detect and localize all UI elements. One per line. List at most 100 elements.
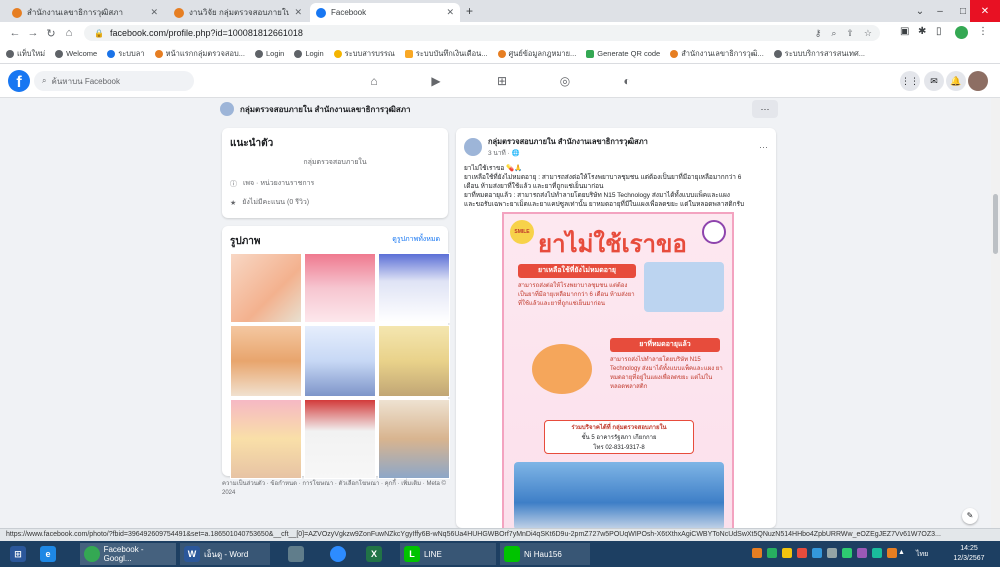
senate-favicon-icon xyxy=(12,7,22,18)
compose-icon[interactable]: ✎ xyxy=(962,508,978,524)
photo-thumb[interactable] xyxy=(378,253,450,323)
account-avatar[interactable] xyxy=(968,71,988,91)
tab-label: งานวิจัย กลุ่มตรวจสอบภายใน 2567 xyxy=(189,8,290,17)
footer-links[interactable]: ความเป็นส่วนตัว · ข้อกำหนด · การโฆษณา · … xyxy=(222,480,448,498)
page-scrollbar[interactable] xyxy=(991,98,1000,528)
facebook-logo-icon[interactable]: f xyxy=(8,70,30,92)
taskbar-label: Ni Hau156 xyxy=(524,549,562,559)
photo-thumb[interactable] xyxy=(378,325,450,397)
tray-icon[interactable] xyxy=(782,548,792,558)
post-more-button[interactable]: ··· xyxy=(759,142,768,152)
bookmark-label: ระบบบันทึกเงินเดือน... xyxy=(415,48,488,58)
user-taskbar-button[interactable]: Ni Hau156 xyxy=(500,543,590,565)
tray-icon[interactable] xyxy=(842,548,852,558)
tray-icon[interactable] xyxy=(857,548,867,558)
reload-icon[interactable]: ↻ xyxy=(42,27,60,40)
profile-avatar[interactable] xyxy=(955,26,968,39)
post-author-avatar[interactable] xyxy=(464,138,482,156)
puzzle-icon[interactable]: ✱ xyxy=(918,26,926,37)
bookmark-item[interactable]: Login xyxy=(294,49,324,58)
notifications-icon[interactable]: 🔔 xyxy=(946,71,966,91)
video-nav-icon[interactable]: ▶ xyxy=(427,72,445,90)
new-tab-button[interactable]: + xyxy=(466,4,473,18)
messenger-icon[interactable]: ✉ xyxy=(924,71,944,91)
photo-thumb[interactable] xyxy=(230,325,302,397)
back-icon[interactable]: ← xyxy=(6,27,24,39)
globe-icon xyxy=(294,49,303,58)
forward-icon[interactable]: → xyxy=(24,27,42,39)
ie-taskbar-button[interactable]: e xyxy=(36,543,60,565)
clock[interactable]: 14:25 12/3/2567 xyxy=(945,544,993,564)
tray-icon[interactable] xyxy=(887,548,897,558)
tray-icon[interactable] xyxy=(812,548,822,558)
marketplace-nav-icon[interactable]: ⊞ xyxy=(493,72,511,90)
bookmark-item[interactable]: ระบบบันทึกเงินเดือน... xyxy=(404,48,488,60)
app-taskbar-button[interactable] xyxy=(284,543,308,565)
tray-icon[interactable] xyxy=(797,548,807,558)
menu-kebab-icon[interactable]: ⋮ xyxy=(978,26,988,37)
post-poster-image[interactable]: SMILE ยาไม่ใช้เราขอ ยาเหลือใช้ที่ยังไม่ห… xyxy=(502,212,734,528)
poster-section-text: สามารถส่งต่อให้โรงพยาบาลชุมชน แต่ต้องเป็… xyxy=(518,283,635,307)
share-icon[interactable]: ⇪ xyxy=(846,28,854,39)
bookmark-item[interactable]: Login xyxy=(254,49,284,58)
tab-facebook[interactable]: Facebook ✕ xyxy=(310,3,460,22)
tray-icon[interactable] xyxy=(872,548,882,558)
bookmark-item[interactable]: ระบบบริการสารสนเทศ... xyxy=(773,48,865,60)
photo-thumb[interactable] xyxy=(304,253,376,323)
photo-thumb[interactable] xyxy=(230,399,302,479)
photo-thumb[interactable] xyxy=(230,253,302,323)
taskbar-label: เอ็นดู - Word xyxy=(204,549,249,559)
gaming-nav-icon[interactable]: ◐ xyxy=(618,72,636,90)
rating-text: ยังไม่มีคะแนน (0 รีวิว) xyxy=(242,199,310,206)
scrollbar-thumb[interactable] xyxy=(993,194,998,254)
search-input[interactable]: ⌕ ค้นหาบน Facebook xyxy=(34,71,194,91)
language-indicator[interactable]: ไทย xyxy=(916,549,928,560)
tab-research[interactable]: งานวิจัย กลุ่มตรวจสอบภายใน 2567 ✕ xyxy=(168,3,308,22)
excel-taskbar-button[interactable]: X xyxy=(362,543,386,565)
bookmark-item[interactable]: หน้าแรกกลุ่มตรวจสอบ... xyxy=(154,48,245,60)
page-avatar[interactable] xyxy=(220,102,234,116)
chrome-taskbar-button[interactable]: Facebook - Googl... xyxy=(80,543,176,565)
lock-icon: 🔒 xyxy=(94,28,104,38)
see-all-photos-link[interactable]: ดูรูปภาพทั้งหมด xyxy=(392,234,440,249)
photo-thumb[interactable] xyxy=(304,325,376,397)
tray-icon[interactable] xyxy=(752,548,762,558)
home-nav-icon[interactable]: ⌂ xyxy=(365,72,383,90)
bookmark-item[interactable]: ระบบสารบรรณ xyxy=(333,48,395,60)
line-taskbar-button[interactable]: L LINE xyxy=(400,543,496,565)
bookmark-item[interactable]: Welcome xyxy=(55,49,97,58)
tab-senate[interactable]: สำนักงานเลขาธิการวุฒิสภา ✕ xyxy=(6,3,164,22)
start-button[interactable]: ⊞ xyxy=(6,543,30,565)
bookmark-label: Login xyxy=(305,49,324,58)
star-icon[interactable]: ☆ xyxy=(864,28,872,39)
close-icon[interactable]: ✕ xyxy=(446,7,454,18)
word-taskbar-button[interactable]: W เอ็นดู - Word xyxy=(180,543,270,565)
bookmark-item[interactable]: แท็บใหม่ xyxy=(6,48,45,60)
bookmark-item[interactable]: Generate QR code xyxy=(586,49,660,58)
home-icon[interactable]: ⌂ xyxy=(60,27,78,39)
menu-grid-icon[interactable]: ⋮⋮ xyxy=(900,71,920,91)
bookmark-item[interactable]: ศูนย์ข้อมูลกฎหมาย... xyxy=(497,48,576,60)
close-icon[interactable]: ✕ xyxy=(294,7,302,18)
bookmark-item[interactable]: ระบบลา xyxy=(107,48,145,60)
groups-nav-icon[interactable]: ◎ xyxy=(556,72,574,90)
more-options-button[interactable]: ··· xyxy=(752,100,778,118)
network-icon[interactable]: ▲ xyxy=(898,549,905,556)
contact-line: ร่วมบริจาคได้ที่ กลุ่มตรวจสอบภายใน xyxy=(571,425,667,431)
page-name[interactable]: กลุ่มตรวจสอบภายใน สำนักงานเลขาธิการวุฒิส… xyxy=(240,103,411,116)
tray-icon[interactable] xyxy=(767,548,777,558)
bookmark-item[interactable]: สำนักงานเลขาธิการวุฒิ... xyxy=(670,48,764,60)
post-timestamp[interactable]: 3 นาที · 🌐 xyxy=(488,148,648,158)
photo-thumb[interactable] xyxy=(304,399,376,479)
zoom-taskbar-button[interactable] xyxy=(326,543,350,565)
tray-icon[interactable] xyxy=(827,548,837,558)
url-field[interactable]: 🔒 facebook.com/profile.php?id=1000818126… xyxy=(84,25,880,41)
zoom-icon[interactable]: ⌕ xyxy=(831,28,836,39)
close-icon[interactable]: ✕ xyxy=(150,7,158,18)
sidepanel-icon[interactable]: ▯ xyxy=(936,26,942,37)
photo-thumb[interactable] xyxy=(378,399,450,479)
key-icon[interactable]: ⚷ xyxy=(815,28,822,39)
post-author[interactable]: กลุ่มตรวจสอบภายใน สำนักงานเลขาธิการวุฒิส… xyxy=(488,136,648,148)
extensions-icon[interactable]: ▣ xyxy=(900,26,909,37)
close-window-button[interactable]: ✕ xyxy=(970,0,1000,22)
